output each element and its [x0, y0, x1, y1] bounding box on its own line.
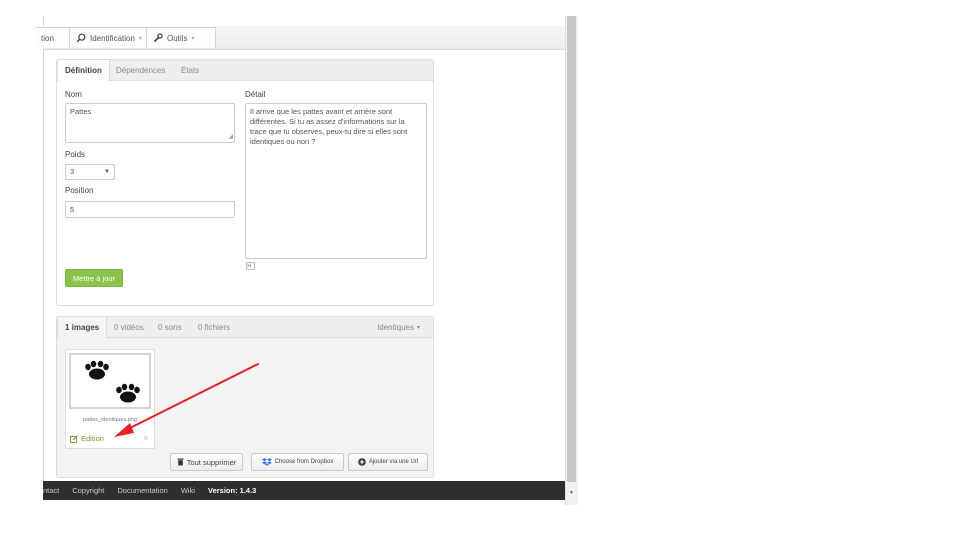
annotation-arrow [114, 363, 259, 437]
